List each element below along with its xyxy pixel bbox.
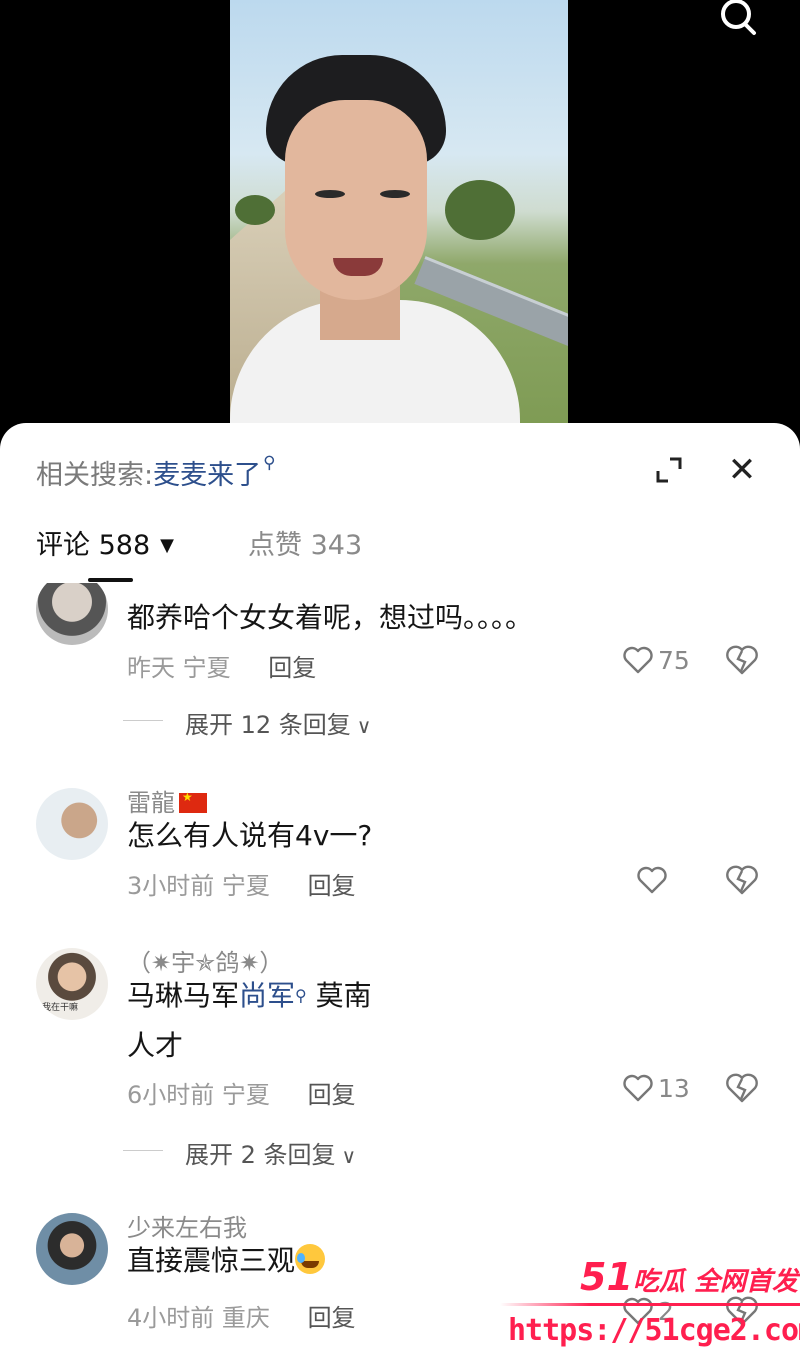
comment-text: 直接震惊三观	[127, 1236, 597, 1286]
comment-location: 宁夏	[182, 654, 231, 682]
reply-button[interactable]: 回复	[308, 872, 356, 900]
person-eye	[315, 190, 345, 198]
expand-replies[interactable]: 展开 12 条回复 ∨	[123, 705, 372, 740]
heart-icon	[623, 646, 653, 674]
like-count: 2	[658, 1296, 674, 1326]
broken-heart-icon[interactable]	[724, 863, 760, 897]
video-player[interactable]	[0, 0, 800, 440]
comment-time: 6小时前	[127, 1081, 215, 1109]
like-button[interactable]: 2	[622, 1294, 674, 1328]
broken-heart-icon[interactable]	[724, 643, 760, 677]
like-button[interactable]	[636, 863, 668, 897]
related-search-keyword[interactable]: 麦麦来了	[153, 460, 261, 491]
comment-text: 马琳马军尚军⚲ 莫南 人才	[127, 971, 597, 1071]
video-tree	[235, 195, 275, 225]
related-search-label: 相关搜索:	[36, 460, 154, 491]
comment-text-part: 马琳马军	[127, 979, 240, 1012]
expand-replies-label: 展开 2 条回复	[185, 1141, 336, 1169]
comments-sheet: 相关搜索:麦麦来了 ⚲ ✕ 评论 588 ▼ 点赞 343 都养哈个女女着呢，想过吗…	[0, 423, 800, 1365]
reply-button[interactable]: 回复	[308, 1304, 356, 1332]
like-button[interactable]: 13	[622, 1071, 690, 1105]
small-search-icon: ⚲	[263, 453, 276, 473]
comment-meta: 4小时前 重庆 回复	[127, 1298, 356, 1333]
avatar[interactable]	[36, 583, 108, 645]
chevron-down-icon: ∨	[341, 1144, 357, 1168]
comment-location: 重庆	[221, 1304, 270, 1332]
tab-likes-label: 点赞 343	[248, 530, 363, 561]
divider-line	[123, 720, 163, 721]
broken-heart-icon[interactable]	[724, 1294, 760, 1328]
reply-button[interactable]: 回复	[268, 654, 316, 682]
reply-button[interactable]: 回复	[308, 1081, 356, 1109]
tab-comments[interactable]: 评论 588 ▼	[36, 523, 174, 562]
divider-line	[123, 1150, 163, 1151]
comment-text-part: 直接震惊三观	[127, 1244, 296, 1277]
comment-list[interactable]: 都养哈个女女着呢，想过吗。。。。 昨天 宁夏 回复 75 展开 12 条回复∨	[0, 583, 800, 1365]
like-count: 75	[658, 645, 690, 675]
comment-location: 宁夏	[221, 872, 270, 900]
crying-laughing-emoji-icon	[295, 1244, 326, 1274]
expand-replies-label: 展开 12 条回复	[185, 711, 351, 739]
comment-keyword-link[interactable]: 尚军	[239, 979, 295, 1012]
expand-replies[interactable]: 展开 2 条回复 ∨	[123, 1135, 357, 1170]
related-search[interactable]: 相关搜索:麦麦来了 ⚲	[36, 453, 276, 492]
small-search-icon: ⚲	[295, 986, 307, 1005]
expand-icon[interactable]	[650, 451, 688, 489]
caret-down-icon: ▼	[160, 535, 174, 556]
heart-icon	[623, 1297, 653, 1325]
comment-location: 宁夏	[221, 1081, 270, 1109]
comment-meta: 昨天 宁夏 回复	[127, 648, 316, 683]
chevron-down-icon: ∨	[356, 714, 372, 738]
comment-time: 昨天	[127, 654, 175, 682]
china-flag-icon	[179, 790, 207, 813]
comment-time: 3小时前	[127, 872, 215, 900]
tab-comments-label: 评论 588	[36, 530, 151, 561]
comment-text: 怎么有人说有4v一?	[127, 819, 373, 852]
like-count: 13	[658, 1073, 690, 1103]
heart-icon	[637, 866, 667, 894]
avatar[interactable]	[36, 788, 108, 860]
comment-meta: 6小时前 宁夏 回复	[127, 1075, 356, 1110]
comment-meta: 3小时前 宁夏 回复	[127, 866, 356, 901]
tab-underline	[88, 578, 133, 582]
close-icon[interactable]: ✕	[722, 451, 762, 491]
broken-heart-icon[interactable]	[724, 1071, 760, 1105]
tab-likes[interactable]: 点赞 343	[248, 523, 362, 562]
comment-time: 4小时前	[127, 1304, 215, 1332]
avatar[interactable]: 我在干嘛	[36, 948, 108, 1020]
comment-text-part: 莫南	[306, 979, 372, 1012]
avatar[interactable]	[36, 1213, 108, 1285]
avatar-caption: 我在干嘛	[42, 1003, 79, 1013]
search-icon[interactable]	[716, 0, 760, 40]
comment-text: 都养哈个女女着呢，想过吗。。。。	[127, 601, 534, 634]
heart-icon	[623, 1074, 653, 1102]
like-button[interactable]: 75	[622, 643, 690, 677]
person-eye	[380, 190, 410, 198]
video-tree	[445, 180, 515, 240]
comment-text-line2: 人才	[127, 1029, 184, 1062]
video-frame	[230, 0, 568, 440]
